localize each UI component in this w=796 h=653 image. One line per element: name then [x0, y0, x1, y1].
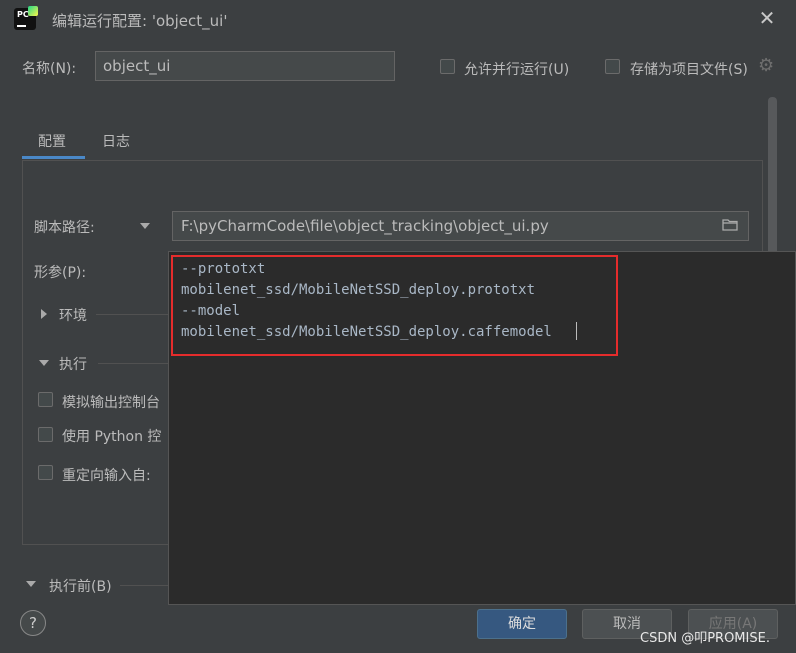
emulate-console-checkbox[interactable] — [38, 392, 53, 407]
chevron-down-icon[interactable] — [26, 581, 36, 587]
tab-config[interactable]: 配置 — [38, 131, 66, 151]
active-tab-indicator — [22, 156, 85, 159]
chevron-down-icon[interactable] — [140, 223, 150, 229]
redirect-input-label: 重定向输入自: — [62, 468, 151, 484]
divider — [120, 585, 168, 586]
close-icon[interactable]: ✕ — [758, 8, 776, 28]
allow-parallel-checkbox[interactable] — [440, 59, 455, 74]
store-as-project-label: 存储为项目文件(S) — [630, 62, 748, 78]
script-path-label: 脚本路径: — [34, 220, 95, 236]
help-button[interactable]: ? — [20, 610, 46, 636]
execution-section[interactable]: 执行 — [59, 354, 87, 374]
before-launch-section[interactable]: 执行前(B) — [49, 576, 112, 596]
chevron-down-icon[interactable] — [39, 360, 49, 366]
folder-icon[interactable] — [722, 218, 738, 231]
watermark: CSDN @叩PROMISE. — [640, 631, 770, 646]
divider — [98, 363, 168, 364]
allow-parallel-label: 允许并行运行(U) — [464, 62, 570, 78]
python-console-label: 使用 Python 控 — [62, 429, 162, 445]
tab-logs[interactable]: 日志 — [102, 131, 130, 151]
gear-icon[interactable]: ⚙ — [758, 55, 774, 76]
ok-button[interactable]: 确定 — [477, 609, 567, 639]
python-console-checkbox[interactable] — [38, 427, 53, 442]
emulate-console-label: 模拟输出控制台 — [62, 395, 160, 411]
divider — [96, 314, 168, 315]
name-label: 名称(N): — [22, 61, 77, 77]
store-as-project-checkbox[interactable] — [605, 59, 620, 74]
pycharm-logo-icon: PC — [14, 6, 38, 30]
params-label: 形参(P): — [34, 265, 87, 281]
environment-section[interactable]: 环境 — [59, 305, 87, 325]
script-path-field[interactable]: F:\pyCharmCode\file\object_tracking\obje… — [172, 211, 749, 241]
window-title: 编辑运行配置: 'object_ui' — [52, 12, 228, 30]
highlight-box — [171, 255, 618, 356]
name-field[interactable]: object_ui — [95, 51, 395, 81]
redirect-input-checkbox[interactable] — [38, 465, 53, 480]
chevron-right-icon[interactable] — [41, 309, 47, 319]
